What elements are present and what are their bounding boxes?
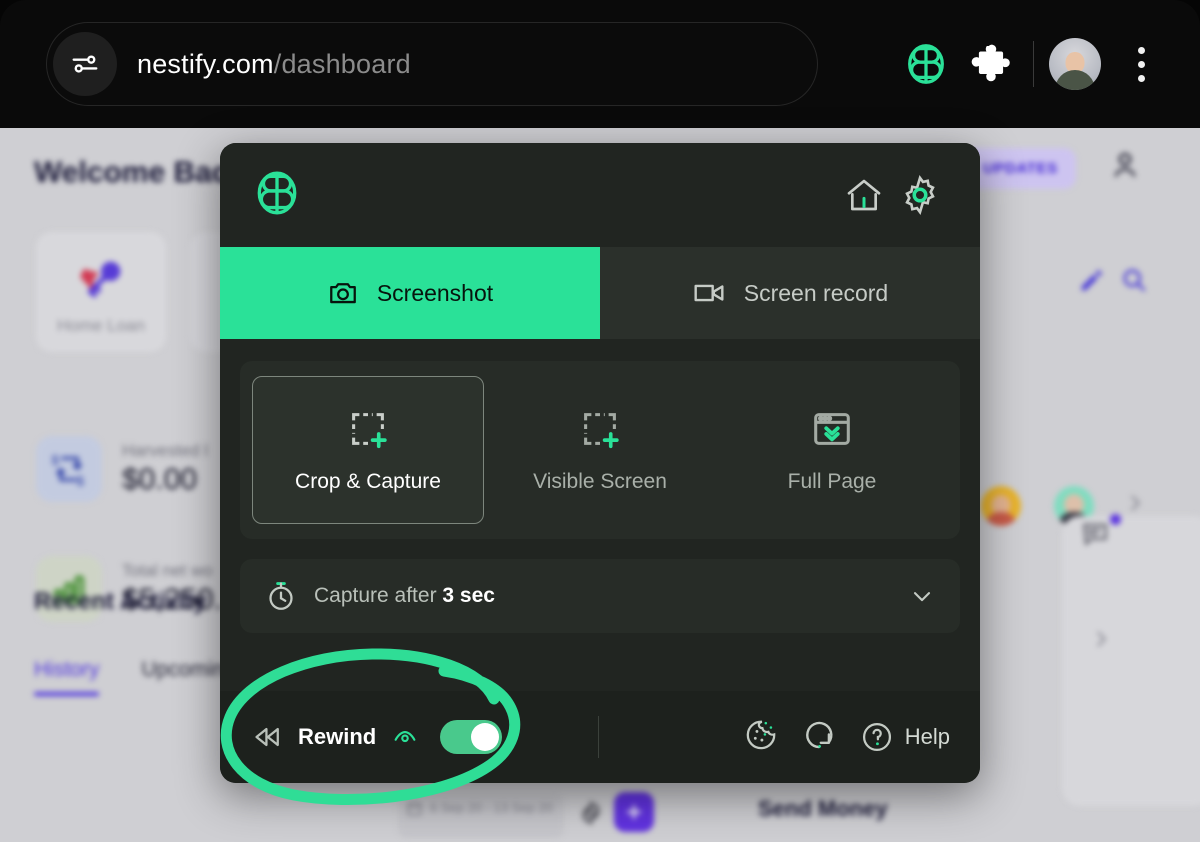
person-outline-icon[interactable]	[1108, 148, 1142, 187]
transfer-icon: $ $	[36, 436, 102, 502]
date-range-label: 6 Sep 20 - 13 Sep 20	[430, 800, 553, 815]
mode-label: Full Page	[787, 470, 877, 493]
stat-label: Total net wo	[122, 561, 213, 580]
chat-card[interactable]	[1062, 516, 1200, 806]
dashboard-tile-home-loan[interactable]: Home Loan	[36, 232, 166, 352]
capture-delay-select[interactable]: Capture after 3 sec	[240, 559, 960, 633]
gear-icon[interactable]	[892, 167, 948, 223]
camera-icon	[329, 283, 356, 304]
tab-screen-record[interactable]: Screen record	[600, 247, 980, 339]
question-circle-icon	[862, 722, 891, 752]
user-avatar[interactable]	[1042, 31, 1108, 97]
rewind-double-arrow-icon	[255, 727, 279, 747]
add-button[interactable]	[614, 792, 654, 832]
url-host: nestify.com	[137, 48, 274, 79]
mode-label: Visible Screen	[533, 470, 667, 493]
video-camera-icon	[694, 284, 724, 302]
rewind-label: Rewind	[298, 724, 377, 749]
address-bar[interactable]: nestify.com/dashboard	[46, 22, 818, 106]
mode-crop-capture[interactable]: Crop & Capture	[252, 376, 484, 524]
notification-dot	[1110, 514, 1121, 525]
refresh-icon[interactable]	[801, 717, 837, 758]
calendar-icon	[407, 802, 422, 816]
bb-logo-icon[interactable]	[893, 31, 959, 97]
recent-activity-title: Recent Activity	[34, 588, 207, 615]
capture-delay-label: Capture after 3 sec	[314, 584, 892, 608]
bb-logo-icon[interactable]	[252, 168, 302, 223]
rewind-toggle[interactable]	[440, 720, 503, 754]
home-icon[interactable]	[836, 167, 892, 223]
kebab-menu-icon[interactable]	[1108, 31, 1174, 97]
capture-delay-prefix: Capture after	[314, 584, 437, 607]
eye-icon	[394, 730, 416, 743]
cookie-icon[interactable]	[743, 717, 779, 758]
stopwatch-icon	[269, 582, 293, 610]
help-button[interactable]: Help	[859, 719, 950, 755]
tile-label: Home Loan	[57, 316, 145, 335]
car-key-icon	[74, 254, 128, 313]
puzzle-piece-icon[interactable]	[959, 31, 1025, 97]
stat-value: $0.00	[122, 463, 198, 496]
stat-harvested: $ $ Harvested l $0.00	[36, 436, 208, 502]
sliders-icon[interactable]	[53, 32, 117, 96]
plus-icon	[626, 804, 642, 820]
popup-footer: Rewind Help	[220, 691, 980, 783]
browser-actions	[893, 22, 1174, 106]
svg-text:$: $	[51, 452, 59, 467]
tab-history[interactable]: History	[34, 658, 100, 696]
capture-delay-value: 3 sec	[442, 584, 495, 607]
footer-actions: Help	[743, 717, 950, 758]
svg-text:$: $	[77, 474, 85, 489]
gear-icon[interactable]	[578, 800, 604, 831]
url-path: /dashboard	[273, 48, 411, 79]
rewind-control[interactable]: Rewind	[250, 720, 503, 754]
popup-header	[220, 143, 980, 247]
activity-tabs: History Upcoming	[34, 658, 236, 696]
screenshot-root: nestify.com/dashboard Welcome Back UPDAT…	[0, 0, 1200, 842]
footer-divider	[598, 716, 600, 758]
extension-popup: Screenshot Screen record Crop & Capture …	[220, 143, 980, 783]
popup-body: Crop & Capture Visible Screen Full Page …	[220, 339, 980, 633]
mode-visible-screen[interactable]: Visible Screen	[484, 376, 716, 524]
mode-full-page[interactable]: Full Page	[716, 376, 948, 524]
tab-history-label: History	[34, 658, 100, 681]
pencil-icon[interactable]	[1078, 268, 1104, 299]
date-range-picker[interactable]: 6 Sep 20 - 13 Sep 20	[398, 794, 564, 838]
browser-toolbar: nestify.com/dashboard	[0, 0, 1200, 128]
avatar[interactable]	[981, 486, 1021, 526]
crop-capture-icon	[352, 413, 387, 449]
capture-modes: Crop & Capture Visible Screen Full Page	[240, 361, 960, 539]
tab-screen-record-label: Screen record	[743, 279, 889, 306]
visible-screen-icon	[584, 413, 619, 449]
chevron-right-icon[interactable]	[1090, 628, 1112, 655]
popup-tabs: Screenshot Screen record	[220, 247, 980, 339]
stat-label: Harvested l	[122, 441, 208, 460]
chat-bubble-icon[interactable]	[1080, 518, 1110, 553]
page-title: Welcome Back	[34, 156, 246, 189]
send-money-title: Send Money	[758, 796, 888, 821]
chevron-down-icon	[913, 592, 931, 602]
url-text[interactable]: nestify.com/dashboard	[137, 49, 411, 80]
toolbar-divider	[1033, 41, 1034, 87]
mode-label: Crop & Capture	[295, 470, 441, 493]
status-badge[interactable]: UPDATES	[965, 148, 1076, 189]
chevron-right-icon[interactable]	[1124, 492, 1146, 519]
tab-screenshot[interactable]: Screenshot	[220, 247, 600, 339]
full-page-icon	[814, 413, 850, 445]
help-label: Help	[904, 724, 950, 749]
search-icon[interactable]	[1120, 266, 1148, 299]
tab-screenshot-label: Screenshot	[376, 279, 494, 306]
